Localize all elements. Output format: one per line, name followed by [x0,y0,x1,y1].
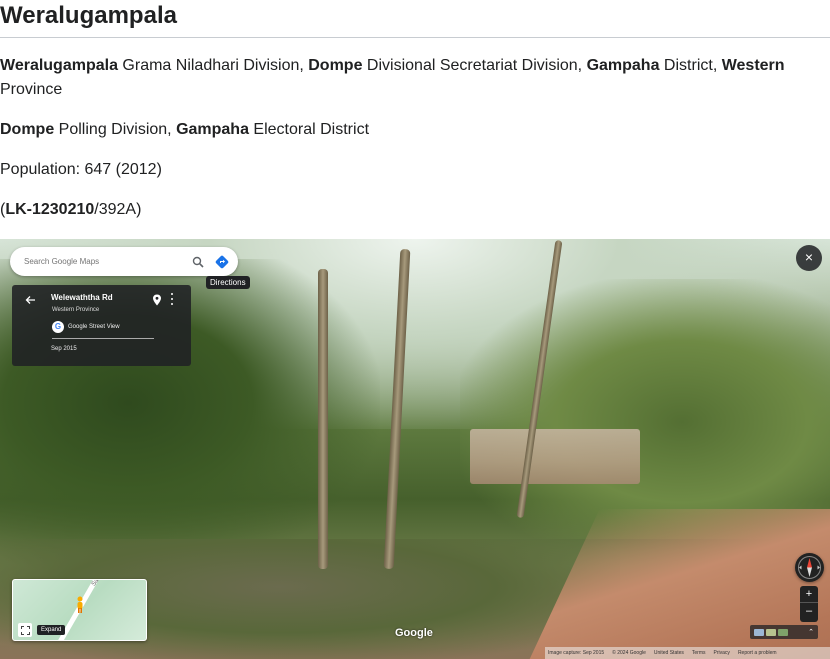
electoral-info: Dompe Polling Division, Gampaha Electora… [0,118,800,142]
polling-division-label: Polling Division, [54,121,177,138]
search-input[interactable] [24,257,186,266]
zoom-out-button[interactable]: – [800,603,818,621]
close-button[interactable]: × [796,245,822,271]
layer-thumb-icon [778,628,788,636]
location-info-card: Welewaththa Rd Western Province G Google… [12,285,191,366]
street-view-embed[interactable]: Directions Welewaththa Rd Western Provin… [0,239,830,659]
google-g-icon: G [52,321,64,333]
gn-division-name: Weralugampala [0,57,118,74]
zoom-in-button[interactable]: + [800,586,818,603]
expand-label: Expand [37,625,66,635]
attribution-bar: Image capture: Sep 2015 © 2024 Google Un… [545,647,830,659]
layer-thumb-icon [754,628,764,636]
code-id: LK-1230210 [5,201,95,218]
terms-link[interactable]: Terms [692,650,706,656]
back-arrow-icon[interactable] [24,293,38,307]
polling-division-name: Dompe [0,121,55,138]
palm-trunk [318,269,328,569]
gn-division-label: Grama Niladhari Division, [117,57,309,74]
district-label: District, [659,57,722,74]
image-capture-text: Image capture: Sep 2015 [548,650,605,656]
ds-division-label: Divisional Secretariat Division, [362,57,587,74]
chevron-up-icon: ⌃ [808,629,814,636]
division-code: (LK-1230210/392A) [0,198,800,222]
report-problem-link[interactable]: Report a problem [738,650,777,656]
layer-thumb-icon [766,628,776,636]
page-title: Weralugampala [0,0,830,38]
copyright-text: © 2024 Google [612,650,646,656]
card-divider [52,338,154,339]
place-title: Welewaththa Rd [51,293,113,302]
pegman-icon[interactable] [75,596,85,614]
expand-icon[interactable] [18,623,32,637]
district-name: Gampaha [586,57,660,74]
place-subtitle: Western Province [52,307,100,313]
capture-date: Sep 2015 [51,346,77,352]
code-suffix: /392A) [94,201,142,218]
province-label: Province [0,81,63,98]
street-view-trees-right [460,279,830,539]
population-text: Population: 647 (2012) [0,161,162,178]
electoral-district-label: Electoral District [248,121,370,138]
mini-map-road-label: Sakura Mw [91,580,113,587]
ds-division-name: Dompe [308,57,363,74]
directions-tooltip: Directions [206,276,250,289]
maps-search-bar[interactable] [10,247,238,276]
country-link[interactable]: United States [654,650,684,656]
division-info: Weralugampala Grama Niladhari Division, … [0,54,800,102]
street-view-service-row: G Google Street View [52,321,120,333]
search-icon[interactable] [186,250,210,274]
layers-control[interactable]: ⌃ [750,625,818,639]
google-logo: Google [395,627,433,639]
map-pin-icon[interactable] [152,293,162,306]
street-view-house [470,429,640,484]
service-label: Google Street View [68,324,120,330]
electoral-district-name: Gampaha [176,121,249,138]
directions-icon[interactable] [210,250,234,274]
privacy-link[interactable]: Privacy [714,650,730,656]
compass-icon[interactable] [795,553,824,582]
province-name: Western [721,57,785,74]
more-options-icon[interactable] [168,292,176,306]
zoom-control: + – [800,586,818,622]
mini-map[interactable]: Sakura Mw Expand [12,579,147,641]
